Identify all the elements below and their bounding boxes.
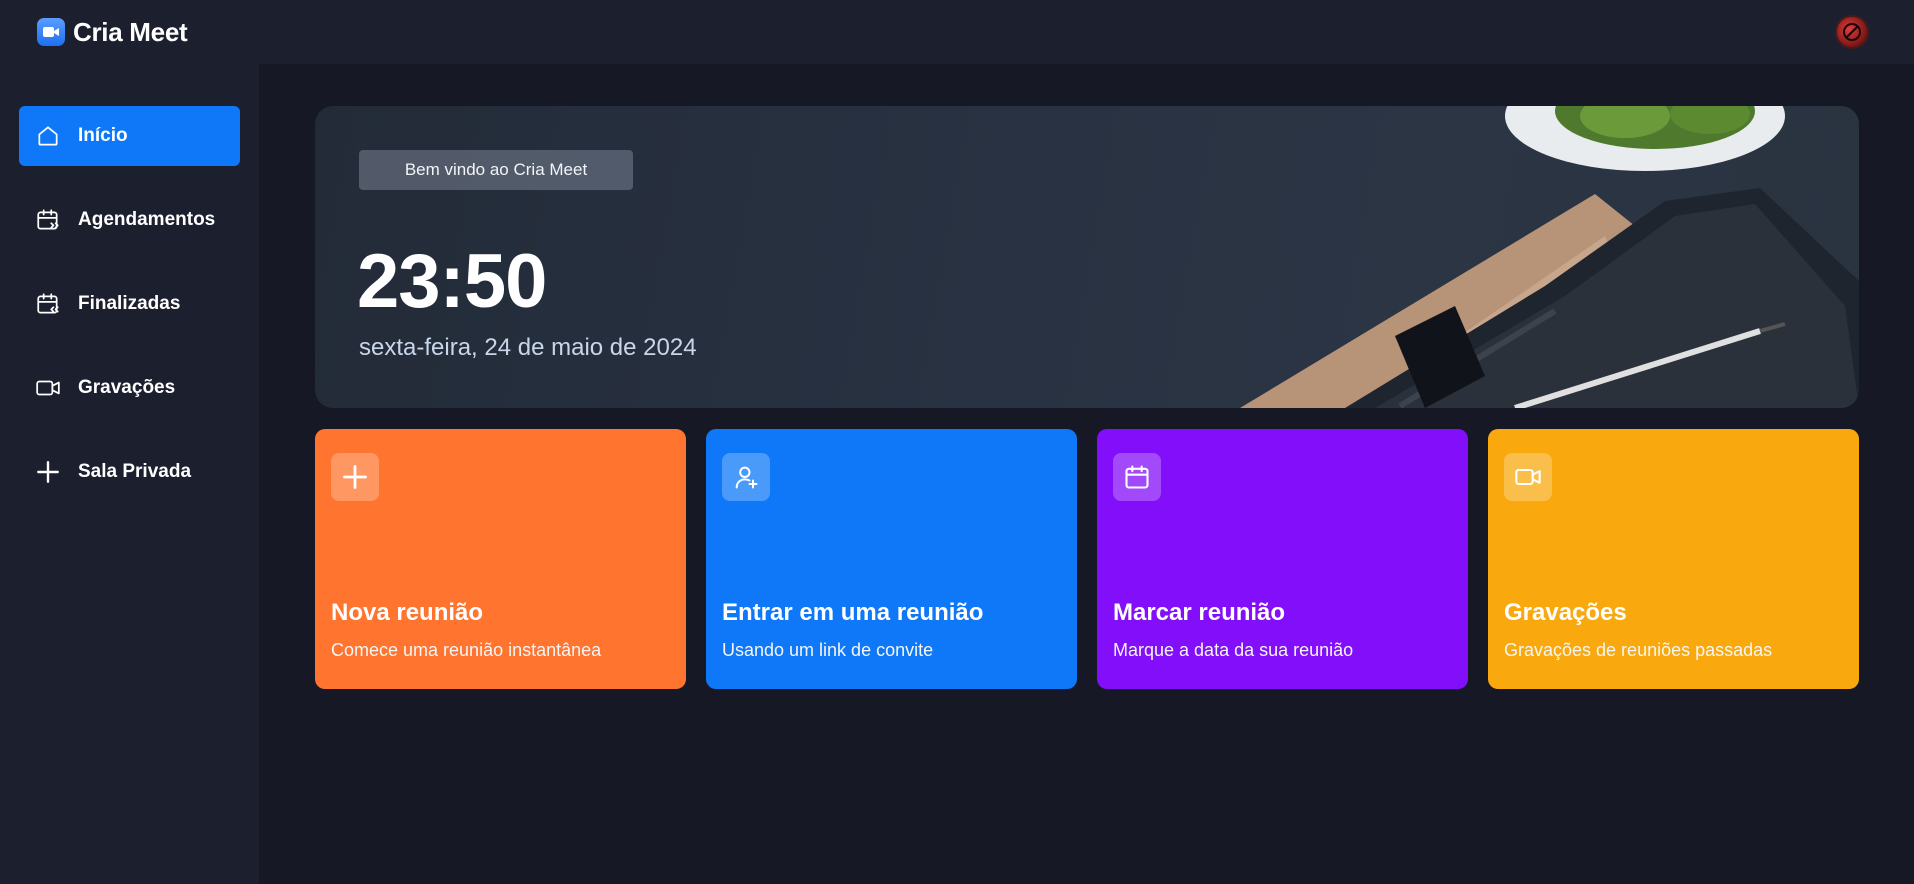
sidebar-item-label: Sala Privada	[78, 461, 192, 482]
card-subtitle: Comece uma reunião instantânea	[331, 640, 602, 660]
sidebar-item-agendamentos[interactable]: Agendamentos	[19, 190, 240, 250]
card-subtitle: Usando um link de convite	[722, 640, 934, 660]
sidebar-item-label: Agendamentos	[78, 209, 216, 230]
calendar-icon	[1113, 453, 1161, 501]
sidebar-item-label: Finalizadas	[78, 293, 181, 314]
sidebar: Início Agendamentos Finalizadas Gravaçõe…	[0, 64, 259, 884]
calendar-upcoming-icon	[34, 206, 62, 234]
calendar-previous-icon	[34, 290, 62, 318]
brand[interactable]: Cria Meet	[37, 16, 188, 48]
card-subtitle: Marque a data da sua reunião	[1113, 640, 1354, 660]
video-icon	[1504, 453, 1552, 501]
hero-banner: Bem vindo ao Cria Meet 23:50 sexta-feira…	[315, 106, 1859, 408]
sidebar-item-inicio[interactable]: Início	[19, 106, 240, 166]
card-title: Gravações	[1504, 599, 1627, 626]
action-cards: Nova reunião Comece uma reunião instantâ…	[315, 429, 1859, 689]
join-meeting-card[interactable]: Entrar em uma reunião Usando um link de …	[706, 429, 1077, 689]
top-bar: Cria Meet	[0, 0, 1914, 64]
card-subtitle: Gravações de reuniões passadas	[1504, 640, 1773, 660]
recordings-card[interactable]: Gravações Gravações de reuniões passadas	[1488, 429, 1859, 689]
sidebar-item-label: Gravações	[78, 377, 176, 398]
sidebar-item-label: Início	[78, 125, 128, 146]
welcome-badge: Bem vindo ao Cria Meet	[359, 150, 633, 190]
app-title: Cria Meet	[73, 16, 188, 47]
sidebar-item-finalizadas[interactable]: Finalizadas	[19, 274, 240, 334]
card-title: Entrar em uma reunião	[722, 599, 984, 626]
video-icon	[34, 374, 62, 402]
card-title: Nova reunião	[331, 599, 484, 626]
current-time: 23:50	[357, 239, 547, 324]
schedule-meeting-card[interactable]: Marcar reunião Marque a data da sua reun…	[1097, 429, 1468, 689]
card-title: Marcar reunião	[1113, 599, 1286, 626]
plus-icon	[331, 453, 379, 501]
user-avatar-icon[interactable]	[1835, 15, 1869, 49]
home-icon	[34, 122, 62, 150]
sidebar-item-gravacoes[interactable]: Gravações	[19, 358, 240, 418]
video-camera-icon	[37, 18, 65, 46]
new-meeting-card[interactable]: Nova reunião Comece uma reunião instantâ…	[315, 429, 686, 689]
current-date: sexta-feira, 24 de maio de 2024	[359, 334, 697, 361]
user-add-icon	[722, 453, 770, 501]
sidebar-item-sala-privada[interactable]: Sala Privada	[19, 442, 240, 502]
plus-icon	[34, 458, 62, 486]
